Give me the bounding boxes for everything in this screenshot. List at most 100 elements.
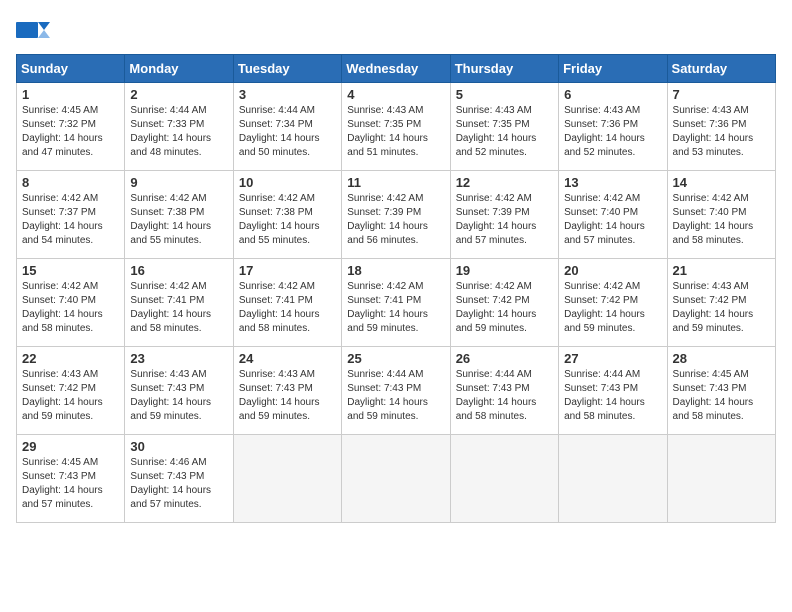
calendar-cell: 8 Sunrise: 4:42 AMSunset: 7:37 PMDayligh… (17, 171, 125, 259)
calendar-cell (667, 435, 775, 523)
day-number: 1 (22, 87, 119, 102)
day-number: 6 (564, 87, 661, 102)
day-number: 18 (347, 263, 444, 278)
day-number: 10 (239, 175, 336, 190)
calendar-cell: 6 Sunrise: 4:43 AMSunset: 7:36 PMDayligh… (559, 83, 667, 171)
cell-info: Sunrise: 4:42 AMSunset: 7:41 PMDaylight:… (347, 281, 428, 334)
col-tuesday: Tuesday (233, 55, 341, 83)
header (16, 16, 776, 44)
calendar-week-row: 15 Sunrise: 4:42 AMSunset: 7:40 PMDaylig… (17, 259, 776, 347)
cell-info: Sunrise: 4:42 AMSunset: 7:38 PMDaylight:… (130, 193, 211, 246)
cell-info: Sunrise: 4:42 AMSunset: 7:40 PMDaylight:… (673, 193, 754, 246)
calendar-cell: 21 Sunrise: 4:43 AMSunset: 7:42 PMDaylig… (667, 259, 775, 347)
calendar-cell: 5 Sunrise: 4:43 AMSunset: 7:35 PMDayligh… (450, 83, 558, 171)
calendar-cell (559, 435, 667, 523)
day-number: 12 (456, 175, 553, 190)
cell-info: Sunrise: 4:42 AMSunset: 7:39 PMDaylight:… (347, 193, 428, 246)
cell-info: Sunrise: 4:44 AMSunset: 7:34 PMDaylight:… (239, 105, 320, 158)
cell-info: Sunrise: 4:44 AMSunset: 7:43 PMDaylight:… (564, 369, 645, 422)
calendar-table: Sunday Monday Tuesday Wednesday Thursday… (16, 54, 776, 523)
page-container: Sunday Monday Tuesday Wednesday Thursday… (0, 0, 792, 612)
calendar-cell: 20 Sunrise: 4:42 AMSunset: 7:42 PMDaylig… (559, 259, 667, 347)
calendar-cell: 7 Sunrise: 4:43 AMSunset: 7:36 PMDayligh… (667, 83, 775, 171)
day-number: 7 (673, 87, 770, 102)
calendar-cell: 11 Sunrise: 4:42 AMSunset: 7:39 PMDaylig… (342, 171, 450, 259)
day-number: 30 (130, 439, 227, 454)
cell-info: Sunrise: 4:43 AMSunset: 7:35 PMDaylight:… (456, 105, 537, 158)
cell-info: Sunrise: 4:42 AMSunset: 7:42 PMDaylight:… (564, 281, 645, 334)
day-number: 15 (22, 263, 119, 278)
calendar-cell: 1 Sunrise: 4:45 AMSunset: 7:32 PMDayligh… (17, 83, 125, 171)
day-number: 19 (456, 263, 553, 278)
calendar-cell: 10 Sunrise: 4:42 AMSunset: 7:38 PMDaylig… (233, 171, 341, 259)
cell-info: Sunrise: 4:43 AMSunset: 7:43 PMDaylight:… (130, 369, 211, 422)
day-number: 8 (22, 175, 119, 190)
calendar-cell: 19 Sunrise: 4:42 AMSunset: 7:42 PMDaylig… (450, 259, 558, 347)
calendar-cell: 29 Sunrise: 4:45 AMSunset: 7:43 PMDaylig… (17, 435, 125, 523)
col-thursday: Thursday (450, 55, 558, 83)
cell-info: Sunrise: 4:43 AMSunset: 7:35 PMDaylight:… (347, 105, 428, 158)
calendar-header-row: Sunday Monday Tuesday Wednesday Thursday… (17, 55, 776, 83)
col-monday: Monday (125, 55, 233, 83)
col-saturday: Saturday (667, 55, 775, 83)
day-number: 4 (347, 87, 444, 102)
calendar-cell: 25 Sunrise: 4:44 AMSunset: 7:43 PMDaylig… (342, 347, 450, 435)
calendar-cell: 3 Sunrise: 4:44 AMSunset: 7:34 PMDayligh… (233, 83, 341, 171)
calendar-cell (450, 435, 558, 523)
cell-info: Sunrise: 4:42 AMSunset: 7:38 PMDaylight:… (239, 193, 320, 246)
calendar-week-row: 29 Sunrise: 4:45 AMSunset: 7:43 PMDaylig… (17, 435, 776, 523)
day-number: 29 (22, 439, 119, 454)
calendar-cell: 18 Sunrise: 4:42 AMSunset: 7:41 PMDaylig… (342, 259, 450, 347)
calendar-cell: 4 Sunrise: 4:43 AMSunset: 7:35 PMDayligh… (342, 83, 450, 171)
cell-info: Sunrise: 4:43 AMSunset: 7:36 PMDaylight:… (673, 105, 754, 158)
calendar-cell: 14 Sunrise: 4:42 AMSunset: 7:40 PMDaylig… (667, 171, 775, 259)
day-number: 23 (130, 351, 227, 366)
day-number: 26 (456, 351, 553, 366)
cell-info: Sunrise: 4:42 AMSunset: 7:40 PMDaylight:… (22, 281, 103, 334)
day-number: 16 (130, 263, 227, 278)
day-number: 28 (673, 351, 770, 366)
logo (16, 16, 54, 44)
calendar-cell: 27 Sunrise: 4:44 AMSunset: 7:43 PMDaylig… (559, 347, 667, 435)
col-sunday: Sunday (17, 55, 125, 83)
day-number: 22 (22, 351, 119, 366)
calendar-cell: 9 Sunrise: 4:42 AMSunset: 7:38 PMDayligh… (125, 171, 233, 259)
cell-info: Sunrise: 4:42 AMSunset: 7:39 PMDaylight:… (456, 193, 537, 246)
cell-info: Sunrise: 4:42 AMSunset: 7:42 PMDaylight:… (456, 281, 537, 334)
col-friday: Friday (559, 55, 667, 83)
col-wednesday: Wednesday (342, 55, 450, 83)
calendar-cell: 30 Sunrise: 4:46 AMSunset: 7:43 PMDaylig… (125, 435, 233, 523)
calendar-cell (342, 435, 450, 523)
day-number: 25 (347, 351, 444, 366)
day-number: 13 (564, 175, 661, 190)
calendar-cell (233, 435, 341, 523)
day-number: 20 (564, 263, 661, 278)
logo-icon (16, 16, 50, 44)
calendar-cell: 16 Sunrise: 4:42 AMSunset: 7:41 PMDaylig… (125, 259, 233, 347)
cell-info: Sunrise: 4:45 AMSunset: 7:43 PMDaylight:… (673, 369, 754, 422)
cell-info: Sunrise: 4:44 AMSunset: 7:43 PMDaylight:… (456, 369, 537, 422)
cell-info: Sunrise: 4:42 AMSunset: 7:41 PMDaylight:… (130, 281, 211, 334)
day-number: 2 (130, 87, 227, 102)
day-number: 5 (456, 87, 553, 102)
calendar-cell: 23 Sunrise: 4:43 AMSunset: 7:43 PMDaylig… (125, 347, 233, 435)
cell-info: Sunrise: 4:43 AMSunset: 7:42 PMDaylight:… (673, 281, 754, 334)
day-number: 9 (130, 175, 227, 190)
day-number: 3 (239, 87, 336, 102)
day-number: 17 (239, 263, 336, 278)
cell-info: Sunrise: 4:45 AMSunset: 7:32 PMDaylight:… (22, 105, 103, 158)
calendar-cell: 12 Sunrise: 4:42 AMSunset: 7:39 PMDaylig… (450, 171, 558, 259)
day-number: 21 (673, 263, 770, 278)
calendar-cell: 2 Sunrise: 4:44 AMSunset: 7:33 PMDayligh… (125, 83, 233, 171)
calendar-cell: 28 Sunrise: 4:45 AMSunset: 7:43 PMDaylig… (667, 347, 775, 435)
cell-info: Sunrise: 4:46 AMSunset: 7:43 PMDaylight:… (130, 457, 211, 510)
calendar-cell: 17 Sunrise: 4:42 AMSunset: 7:41 PMDaylig… (233, 259, 341, 347)
cell-info: Sunrise: 4:45 AMSunset: 7:43 PMDaylight:… (22, 457, 103, 510)
cell-info: Sunrise: 4:43 AMSunset: 7:36 PMDaylight:… (564, 105, 645, 158)
calendar-cell: 13 Sunrise: 4:42 AMSunset: 7:40 PMDaylig… (559, 171, 667, 259)
cell-info: Sunrise: 4:44 AMSunset: 7:33 PMDaylight:… (130, 105, 211, 158)
calendar-week-row: 22 Sunrise: 4:43 AMSunset: 7:42 PMDaylig… (17, 347, 776, 435)
cell-info: Sunrise: 4:42 AMSunset: 7:41 PMDaylight:… (239, 281, 320, 334)
day-number: 27 (564, 351, 661, 366)
calendar-cell: 22 Sunrise: 4:43 AMSunset: 7:42 PMDaylig… (17, 347, 125, 435)
